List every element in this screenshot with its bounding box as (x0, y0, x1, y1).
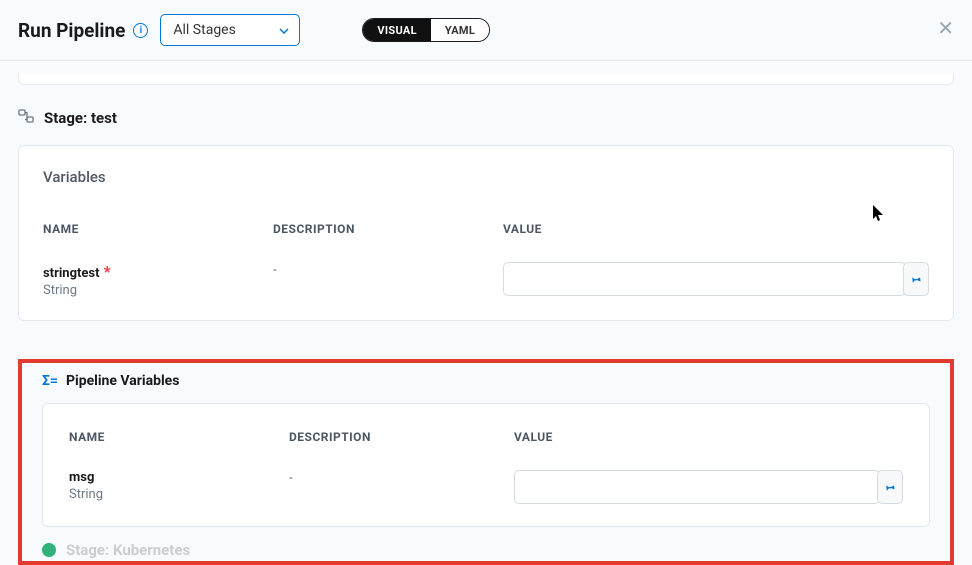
sigma-icon: Σ= (42, 373, 58, 389)
pv-col-value-header: VALUE (514, 430, 903, 444)
pv-variable-description: - (289, 470, 504, 504)
col-name-header: NAME (43, 222, 263, 236)
stage-header-row: Stage: test (18, 109, 954, 127)
variable-type: String (43, 283, 263, 298)
pv-col-name-header: NAME (69, 430, 279, 444)
pv-variable-value-cell (514, 470, 903, 504)
pin-button[interactable] (903, 262, 929, 296)
previous-section-tail (18, 73, 954, 85)
next-stage-row: Stage: Kubernetes (42, 541, 930, 561)
chevron-down-icon (279, 22, 289, 38)
variable-name: stringtest (43, 266, 100, 281)
info-icon[interactable]: i (133, 23, 148, 38)
variables-grid: NAME DESCRIPTION VALUE stringtest * Strin… (43, 222, 929, 298)
variable-name-cell: stringtest * String (43, 262, 263, 298)
pv-variable-type: String (69, 487, 279, 502)
col-description-header: DESCRIPTION (273, 222, 493, 236)
pv-variable-value-input[interactable] (514, 470, 880, 504)
run-pipeline-header: Run Pipeline i All Stages VISUAL YAML ✕ (0, 0, 972, 61)
stage-label: Stage: test (44, 109, 117, 127)
variable-value-input[interactable] (503, 262, 906, 296)
variable-value-cell (503, 262, 929, 298)
stage-icon (18, 109, 34, 127)
stage-variables-card: Variables NAME DESCRIPTION VALUE stringt… (18, 145, 954, 321)
pv-col-description-header: DESCRIPTION (289, 430, 504, 444)
stage-selector[interactable]: All Stages (160, 14, 300, 46)
view-toggle-yaml[interactable]: YAML (431, 19, 489, 41)
page-title: Run Pipeline (18, 19, 125, 42)
variables-section-title: Variables (43, 168, 929, 186)
pipeline-variables-grid: NAME DESCRIPTION VALUE msg String - (69, 430, 903, 504)
pipeline-variables-card: NAME DESCRIPTION VALUE msg String - (42, 403, 930, 527)
view-toggle-visual[interactable]: VISUAL (363, 19, 430, 41)
variable-description: - (273, 262, 493, 298)
pv-variable-name-cell: msg String (69, 470, 279, 504)
pv-variable-name: msg (69, 470, 279, 485)
close-icon[interactable]: ✕ (937, 16, 954, 40)
pv-pin-button[interactable] (877, 470, 903, 504)
required-mark: * (104, 262, 111, 281)
content-area: Stage: test Variables NAME DESCRIPTION V… (0, 61, 972, 565)
stage-selector-value: All Stages (173, 22, 235, 38)
pipeline-variables-title: Pipeline Variables (66, 373, 179, 389)
next-stage-label: Stage: Kubernetes (66, 541, 190, 559)
col-value-header: VALUE (503, 222, 929, 236)
pipeline-variables-header: Σ= Pipeline Variables (42, 373, 930, 389)
pipeline-variables-highlight: Σ= Pipeline Variables NAME DESCRIPTION V… (18, 359, 954, 565)
view-toggle: VISUAL YAML (362, 18, 490, 42)
stage-status-icon (42, 543, 56, 557)
